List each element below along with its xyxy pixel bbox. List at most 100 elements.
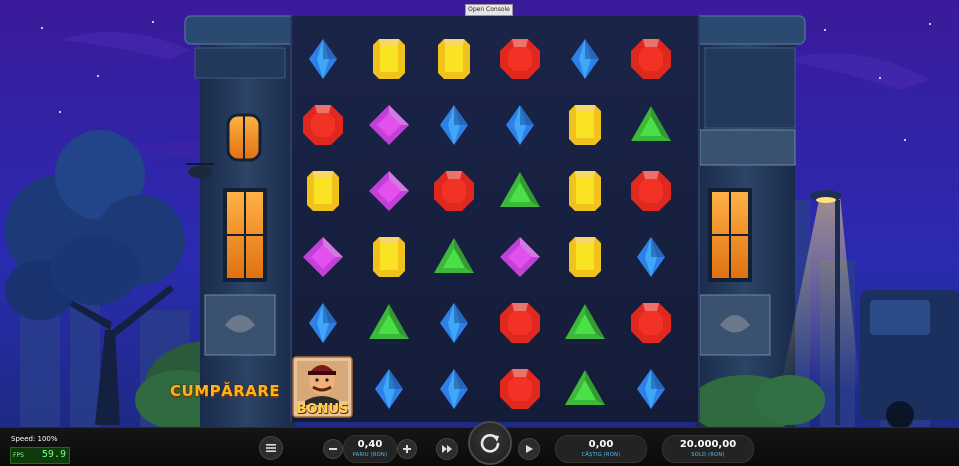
symbol-green-gem [421,224,487,290]
bonus-symbol: BONUS [291,353,354,419]
symbol-blue-gem [421,92,487,158]
purple-gem-icon [368,105,409,145]
bet-label: PARIU (RON) [352,452,388,458]
symbol-green-gem [552,356,618,422]
menu-button[interactable] [259,436,283,460]
bet-value: 0,40 [357,439,383,450]
symbol-blue-gem [290,290,356,356]
blue-gem-icon [571,39,599,79]
symbol-green-gem [356,290,422,356]
symbol-purple-gem [356,158,422,224]
fps-value: 59.9 [41,449,66,460]
buy-feature-button[interactable]: CUMPĂRARE [170,382,280,400]
symbol-red-gem [487,290,553,356]
symbol-green-gem [552,290,618,356]
bonus-label: BONUS [296,402,349,417]
symbol-yellow-gem [552,158,618,224]
speed-indicator: Speed: 100% [11,435,58,443]
spin-icon [480,434,500,453]
symbol-blue-gem [552,26,618,92]
purple-gem-icon [303,237,343,277]
game-stage: Open Console CUMPĂRARE BONUS Speed: 100%… [0,0,959,466]
minus-icon [329,448,337,450]
symbol-blue-gem [618,356,684,422]
green-gem-icon [565,370,605,405]
red-gem-icon [630,303,671,343]
symbol-blue-gem [356,356,422,422]
turbo-button[interactable] [436,438,458,460]
menu-icon [266,444,276,452]
red-gem-icon [630,171,671,211]
red-gem-icon [303,105,343,145]
symbol-blue-gem [290,26,356,92]
symbol-red-gem [487,26,553,92]
blue-gem-icon [636,237,665,277]
autoplay-button[interactable] [518,438,540,460]
symbol-red-gem [421,158,487,224]
yellow-gem-icon [569,105,601,145]
symbol-red-gem [618,158,684,224]
win-display: 0,00 CÂȘTIG (RON) [555,435,647,463]
fps-counter: FPS 59.9 [10,447,70,464]
yellow-gem-icon [569,171,601,211]
symbol-yellow-gem [290,158,356,224]
green-gem-icon [434,238,474,273]
spin-button[interactable] [468,421,512,465]
yellow-gem-icon [569,237,601,277]
symbol-yellow-gem [421,26,487,92]
symbol-red-gem [618,26,684,92]
blue-gem-icon [440,105,468,145]
symbol-yellow-gem [552,92,618,158]
balance-display: 20.000,00 SOLD (RON) [662,435,754,463]
symbol-yellow-gem [552,224,618,290]
balance-value: 20.000,00 [679,439,737,450]
symbol-yellow-gem [356,224,422,290]
symbol-red-gem [290,92,356,158]
win-value: 0,00 [588,439,614,450]
yellow-gem-icon [372,39,405,79]
symbol-yellow-gem [356,26,422,92]
fps-label: FPS [13,452,24,459]
green-gem-icon [499,172,540,207]
yellow-gem-icon [307,171,339,211]
bet-display: 0,40 PARIU (RON) [343,435,397,463]
play-icon [526,445,533,453]
red-gem-icon [499,39,540,79]
red-gem-icon [434,171,474,211]
symbol-green-gem [487,158,553,224]
symbol-purple-gem [487,224,553,290]
red-gem-icon [499,369,540,409]
yellow-gem-icon [372,237,405,277]
symbol-blue-gem [421,290,487,356]
decrease-bet-button[interactable] [323,439,343,459]
red-gem-icon [630,39,671,79]
blue-gem-icon [440,303,468,343]
symbol-blue-gem [618,224,684,290]
red-gem-icon [499,303,540,343]
blue-gem-icon [440,369,468,409]
yellow-gem-icon [438,39,470,79]
purple-gem-icon [368,171,409,211]
fast-forward-icon [442,445,452,453]
blue-gem-icon [309,303,337,343]
open-console-button[interactable]: Open Console [465,4,513,16]
blue-gem-icon [636,369,665,409]
plus-icon [403,445,411,453]
win-label: CÂȘTIG (RON) [581,452,621,458]
symbol-blue-gem [421,356,487,422]
symbol-red-gem [487,356,553,422]
green-gem-icon [368,304,409,339]
blue-gem-icon [505,105,534,145]
blue-gem-icon [309,39,337,79]
symbol-blue-gem [487,92,553,158]
symbol-purple-gem [356,92,422,158]
green-gem-icon [630,106,671,141]
symbol-purple-gem [290,224,356,290]
increase-bet-button[interactable] [397,439,417,459]
symbol-red-gem [618,290,684,356]
green-gem-icon [565,304,605,339]
purple-gem-icon [499,237,540,277]
blue-gem-icon [374,369,403,409]
balance-label: SOLD (RON) [691,452,725,458]
symbol-green-gem [618,92,684,158]
